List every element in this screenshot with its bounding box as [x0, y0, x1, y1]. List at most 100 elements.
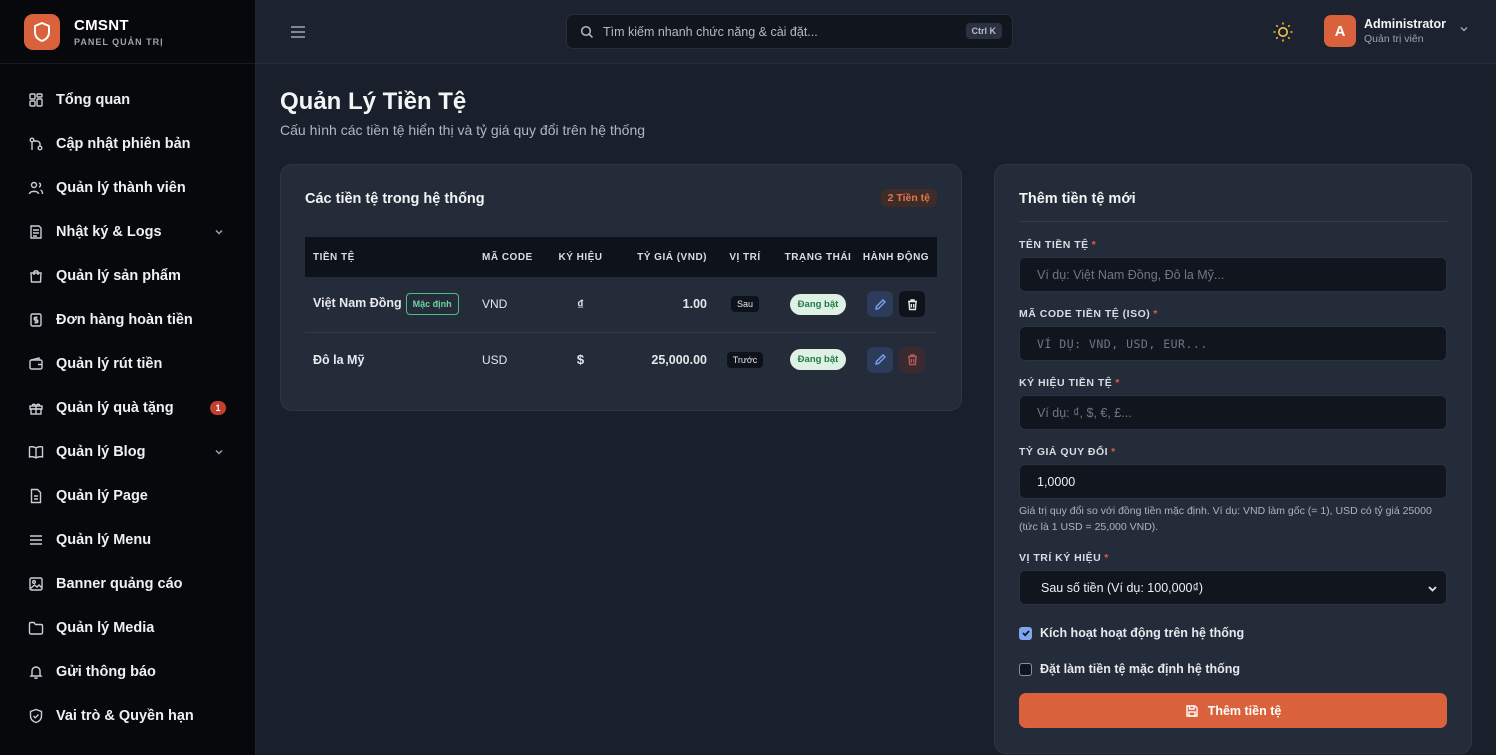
sidebar-item-label: Quản lý rút tiền [56, 356, 163, 372]
user-name: Administrator [1364, 17, 1446, 31]
button-label: Thêm tiền tệ [1207, 703, 1282, 718]
sidebar-item-media[interactable]: Quản lý Media [0, 606, 255, 650]
chevron-down-icon [1458, 22, 1470, 40]
add-currency-button[interactable]: Thêm tiền tệ [1019, 693, 1447, 728]
save-icon [1185, 704, 1199, 718]
column-header: TRẠNG THÁI [781, 237, 855, 277]
menu-icon [28, 532, 44, 548]
file-icon [28, 488, 44, 504]
divider [1019, 221, 1447, 222]
column-header: HÀNH ĐỘNG [855, 237, 937, 277]
currency-name: Việt Nam Đồng [313, 296, 402, 311]
rate-hint: Giá trị quy đổi so với đồng tiền mặc địn… [1019, 505, 1432, 533]
sidebar-item-label: Cập nhật phiên bản [56, 136, 191, 152]
shield-icon [24, 13, 60, 50]
table-row: Đô la Mỹ USD $ 25,000.00 Trước Đang bật [305, 332, 937, 387]
hamburger-icon[interactable] [289, 23, 307, 46]
currency-code: USD [482, 352, 508, 367]
users-icon [28, 180, 44, 196]
exchange-rate: 25,000.00 [651, 352, 707, 367]
page-title: Quản Lý Tiền Tệ [280, 88, 467, 115]
currency-code-field[interactable]: VÍ DỤ: VND, USD, EUR... [1019, 326, 1447, 361]
sidebar-item-products[interactable]: Quản lý sản phẩm [0, 254, 255, 298]
main-content: Quản Lý Tiền Tệ Cấu hình các tiền tệ hiể… [256, 64, 1496, 755]
sidebar-item-banners[interactable]: Banner quảng cáo [0, 562, 255, 606]
sidebar-item-members[interactable]: Quản lý thành viên [0, 166, 255, 210]
sidebar-item-overview[interactable]: Tổng quan [0, 78, 255, 122]
select-value: Sau số tiền (Ví dụ: 100,000₫) [1041, 580, 1204, 595]
currency-symbol: ₫ [577, 296, 584, 312]
sidebar-item-pages[interactable]: Quản lý Page [0, 474, 255, 518]
required-mark: * [1153, 308, 1158, 320]
symbol-position: Sau [730, 296, 759, 313]
sidebar-nav: Tổng quan Cập nhật phiên bản Quản lý thà… [0, 64, 255, 738]
count-badge: 2 Tiền tệ [880, 189, 937, 207]
field-label: KÝ HIỆU TIỀN TỆ * [1019, 377, 1120, 389]
delete-button[interactable] [899, 346, 925, 373]
sidebar-item-label: Tổng quan [56, 92, 131, 108]
sidebar-item-updates[interactable]: Cập nhật phiên bản [0, 122, 255, 166]
wallet-icon [28, 356, 44, 372]
currency-symbol-field[interactable]: Ví dụ: ₫, $, €, £... [1019, 395, 1447, 430]
edit-button[interactable] [867, 291, 893, 318]
notification-badge: 1 [210, 401, 226, 415]
sidebar-item-label: Quản lý quà tặng [56, 400, 174, 416]
add-currency-card: Thêm tiền tệ mới TÊN TIỀN TỆ * Ví dụ: Việ… [994, 164, 1472, 754]
book-icon [28, 444, 44, 460]
avatar: A [1324, 15, 1356, 47]
dashboard-icon [28, 92, 44, 108]
column-header: MÃ CODE [474, 237, 542, 277]
chevron-down-icon [1427, 583, 1438, 597]
sidebar-item-label: Vai trò & Quyền hạn [56, 708, 194, 724]
chevron-down-icon [213, 225, 225, 243]
exchange-rate: 1.00 [682, 297, 707, 312]
symbol-position: Trước [726, 351, 764, 368]
sidebar-item-label: Quản lý Page [56, 488, 148, 504]
exchange-rate-field[interactable]: 1,0000 [1019, 464, 1447, 499]
trash-icon [906, 298, 919, 311]
required-mark: * [1104, 552, 1109, 564]
currency-table: TIỀN TỆ MÃ CODE KÝ HIỆU TỶ GIÁ (VND) VỊ … [305, 237, 937, 387]
sun-icon[interactable] [1272, 21, 1294, 48]
sidebar-item-blog[interactable]: Quản lý Blog [0, 430, 255, 474]
checkbox-label: Đặt làm tiền tệ mặc định hệ thống [1040, 662, 1241, 676]
user-menu[interactable]: A Administrator Quản trị viên [1324, 15, 1470, 47]
field-label: TỶ GIÁ QUY ĐỔI * [1019, 446, 1116, 458]
search-input[interactable]: Tìm kiếm nhanh chức năng & cài đặt... Ct… [566, 14, 1013, 49]
delete-button[interactable] [899, 291, 925, 318]
default-badge: Mặc định [405, 293, 459, 316]
sidebar-item-refunds[interactable]: Đơn hàng hoàn tiền [0, 298, 255, 342]
status-badge[interactable]: Đang bật [789, 349, 847, 371]
status-badge[interactable]: Đang bật [789, 293, 847, 315]
sidebar-item-withdrawals[interactable]: Quản lý rút tiền [0, 342, 255, 386]
receipt-icon [28, 312, 44, 328]
edit-button[interactable] [867, 346, 893, 373]
brand-name: CMSNT [74, 16, 129, 34]
currency-symbol: $ [576, 352, 585, 368]
active-checkbox-row[interactable]: Kích hoạt hoạt động trên hệ thống [1019, 626, 1244, 640]
sidebar-item-label: Quản lý Blog [56, 444, 146, 460]
currency-name: Đô la Mỹ [313, 352, 365, 367]
brand-subtitle: PANEL QUẢN TRỊ [74, 36, 164, 47]
sidebar: CMSNT PANEL QUẢN TRỊ Tổng quan Cập nhật … [0, 0, 256, 755]
symbol-position-select[interactable]: Sau số tiền (Ví dụ: 100,000₫) [1019, 570, 1447, 605]
field-label: VỊ TRÍ KÝ HIỆU * [1019, 552, 1109, 564]
sidebar-item-roles[interactable]: Vai trò & Quyền hạn [0, 694, 255, 738]
currency-name-field[interactable]: Ví dụ: Việt Nam Đồng, Đô la Mỹ... [1019, 257, 1447, 292]
sidebar-item-label: Quản lý Media [56, 620, 155, 636]
field-label: MÃ CODE TIỀN TỆ (ISO) * [1019, 308, 1158, 320]
field-label: TÊN TIỀN TỆ * [1019, 239, 1097, 251]
sidebar-item-label: Gửi thông báo [56, 664, 156, 680]
default-checkbox-row[interactable]: Đặt làm tiền tệ mặc định hệ thống [1019, 662, 1240, 676]
sidebar-item-menu[interactable]: Quản lý Menu [0, 518, 255, 562]
column-header: TỶ GIÁ (VND) [619, 237, 709, 277]
logs-icon [28, 224, 44, 240]
sidebar-item-logs[interactable]: Nhật ký & Logs [0, 210, 255, 254]
form-title: Thêm tiền tệ mới [1019, 191, 1136, 207]
default-checkbox[interactable] [1019, 662, 1032, 676]
sidebar-item-notifications[interactable]: Gửi thông báo [0, 650, 255, 694]
sidebar-item-gifts[interactable]: Quản lý quà tặng 1 [0, 386, 255, 430]
brand[interactable]: CMSNT PANEL QUẢN TRỊ [0, 0, 255, 64]
active-checkbox[interactable] [1019, 626, 1032, 640]
sidebar-item-label: Quản lý thành viên [56, 180, 186, 196]
